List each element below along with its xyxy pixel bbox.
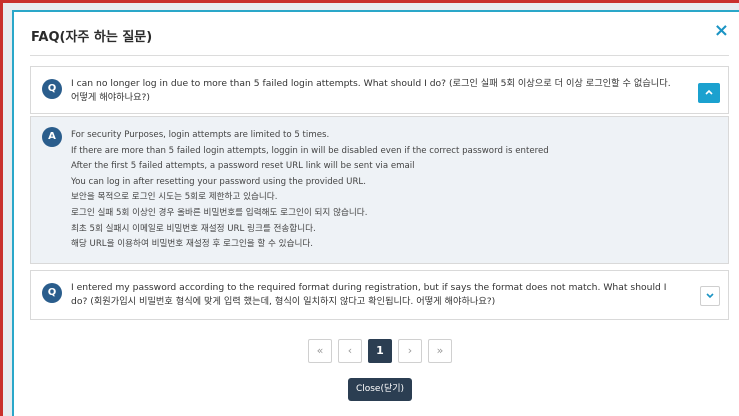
modal-header: FAQ(자주 하는 질문) × <box>14 12 739 56</box>
question-text: I entered my password according to the r… <box>71 282 667 307</box>
modal-title: FAQ(자주 하는 질문) <box>31 30 153 45</box>
answer-badge: A <box>42 127 62 147</box>
header-divider <box>30 55 729 56</box>
faq-modal: FAQ(자주 하는 질문) × Q I can no longer log in… <box>12 10 739 416</box>
chevron-down-icon[interactable] <box>700 286 720 306</box>
answer-line: 최초 5회 실패시 이메일로 비밀번호 재설정 URL 링크를 전송합니다. <box>71 223 316 234</box>
answer-line: After the first 5 failed attempts, a pas… <box>71 161 415 172</box>
prev-page-button[interactable]: ‹ <box>338 339 362 363</box>
chevron-up-icon[interactable] <box>698 83 720 103</box>
faq-question-1[interactable]: Q I can no longer log in due to more tha… <box>30 66 729 114</box>
next-page-button[interactable]: › <box>398 339 422 363</box>
first-page-button[interactable]: « <box>308 339 332 363</box>
answer-text: For security Purposes, login attempts ar… <box>71 128 718 253</box>
pagination: « ‹ 1 › » <box>308 339 452 364</box>
answer-line: You can log in after resetting your pass… <box>71 176 366 187</box>
last-page-button[interactable]: » <box>428 339 452 363</box>
answer-line: 보안을 목적으로 로그인 시도는 5회로 제한하고 있습니다. <box>71 192 278 203</box>
answer-line: For security Purposes, login attempts ar… <box>71 130 330 140</box>
page-1-button[interactable]: 1 <box>368 339 392 363</box>
close-icon[interactable]: × <box>714 22 729 40</box>
question-text: I can no longer log in due to more than … <box>71 78 671 103</box>
faq-answer-1: A For security Purposes, login attempts … <box>30 116 729 264</box>
question-badge: Q <box>42 79 62 99</box>
answer-line: 로그인 실패 5회 이상인 경우 올바른 비밀번호를 입력해도 로그인이 되지 … <box>71 207 368 218</box>
faq-question-2[interactable]: Q I entered my password according to the… <box>30 270 729 320</box>
answer-line: If there are more than 5 failed login at… <box>71 145 549 156</box>
question-badge: Q <box>42 283 62 303</box>
close-button[interactable]: Close(닫기) <box>348 378 412 401</box>
answer-line: 해당 URL을 이용하여 비밀번호 재설정 후 로그인을 할 수 있습니다. <box>71 239 314 250</box>
